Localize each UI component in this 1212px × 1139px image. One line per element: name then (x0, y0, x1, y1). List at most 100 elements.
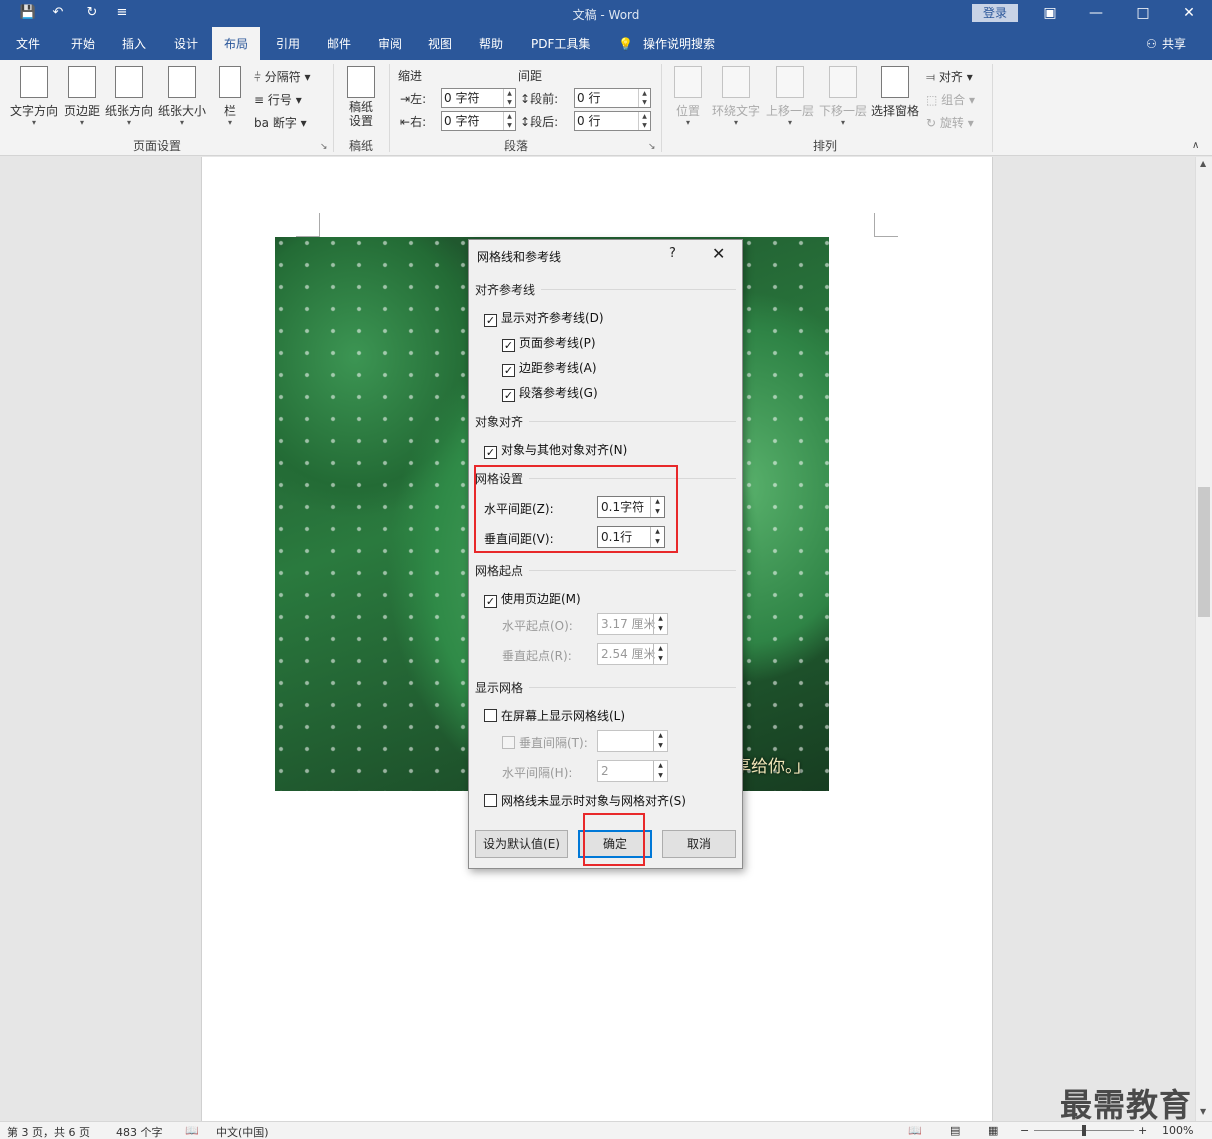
position-button[interactable]: 位置 ▾ (670, 66, 706, 127)
orientation-button[interactable]: 纸张方向 ▾ (104, 66, 154, 127)
tab-file[interactable]: 文件 (12, 27, 44, 60)
bring-forward-icon (776, 66, 804, 98)
align-with-objects-checkbox[interactable]: ✓ 对象与其他对象对齐(N) (484, 441, 627, 459)
print-layout-icon[interactable]: ▤ (950, 1124, 960, 1137)
vertical-origin-label: 垂直起点(R): (502, 649, 572, 663)
space-after-icon: ↕ (520, 115, 531, 129)
group-button[interactable]: ⬚ 组合 ▾ (926, 91, 975, 108)
wrap-text-icon (722, 66, 750, 98)
page-count[interactable]: 第 3 页，共 6 页 (7, 1124, 90, 1139)
tab-home[interactable]: 开始 (67, 27, 99, 60)
grid-settings-highlight (474, 465, 678, 553)
breaks-icon: ⫩ (254, 70, 261, 84)
spinner-arrows-icon[interactable]: ▲ ▼ (653, 731, 667, 751)
rotate-button[interactable]: ↻ 旋转 ▾ (926, 114, 974, 131)
minimize-icon[interactable]: — (1084, 3, 1108, 23)
tab-insert[interactable]: 插入 (118, 27, 150, 60)
line-numbers-button[interactable]: ≡ 行号 ▾ (254, 91, 302, 108)
manuscript-settings-button[interactable]: 稿纸 设置 (343, 66, 379, 128)
horizontal-origin-input[interactable]: 3.17 厘米 ▲ ▼ (597, 613, 668, 635)
tab-help[interactable]: 帮助 (475, 27, 507, 60)
space-after-label: ↕段后: (520, 115, 559, 129)
maximize-icon[interactable]: □ (1131, 3, 1155, 23)
gridlines-dialog: 网格线和参考线 ? ✕ 对齐参考线 ✓ 显示对齐参考线(D) ✓ 页面参考线(P) … (468, 239, 743, 869)
columns-icon (219, 66, 241, 98)
send-backward-button[interactable]: 下移一层 ▾ (817, 66, 869, 127)
set-default-button[interactable]: 设为默认值(E) (475, 830, 568, 858)
hyphenation-button[interactable]: ba 断字 ▾ (254, 114, 307, 131)
collapse-ribbon-icon[interactable]: ∧ (1192, 140, 1199, 151)
spacing-label: 间距 (518, 69, 543, 83)
bring-forward-button[interactable]: 上移一层 ▾ (764, 66, 816, 127)
page-guides-checkbox[interactable]: ✓ 页面参考线(P) (502, 334, 596, 352)
columns-button[interactable]: 栏 ▾ (216, 66, 244, 127)
align-button[interactable]: ⫤ 对齐 ▾ (926, 68, 973, 85)
vertical-every-checkbox[interactable]: 垂直间隔(T): (502, 734, 588, 751)
tab-design[interactable]: 设计 (170, 27, 202, 60)
vertical-origin-input[interactable]: 2.54 厘米 ▲ ▼ (597, 643, 668, 665)
proofing-icon[interactable]: 📖 (185, 1124, 199, 1137)
tab-layout[interactable]: 布局 (212, 27, 261, 60)
web-layout-icon[interactable]: ▦ (988, 1124, 998, 1137)
size-button[interactable]: 纸张大小 ▾ (157, 66, 207, 127)
margin-guides-checkbox[interactable]: ✓ 边距参考线(A) (502, 359, 597, 377)
language-status[interactable]: 中文(中国) (216, 1124, 269, 1139)
tab-references[interactable]: 引用 (272, 27, 304, 60)
cancel-button[interactable]: 取消 (662, 830, 736, 858)
space-before-input[interactable]: 0 行 ▲ ▼ (574, 88, 651, 108)
paper-size-icon (168, 66, 196, 98)
paragraph-guides-checkbox[interactable]: ✓ 段落参考线(G) (502, 384, 598, 402)
paragraph-launcher-icon[interactable]: ↘ (648, 142, 656, 152)
wrap-text-button[interactable]: 环绕文字 ▾ (709, 66, 763, 127)
indent-right-label: ⇤右: (400, 115, 427, 129)
spinner-arrows-icon[interactable]: ▲ ▼ (653, 761, 667, 781)
tab-review[interactable]: 审阅 (374, 27, 406, 60)
ribbon-display-icon[interactable]: ▣ (1038, 3, 1062, 23)
title-bar: 💾 ↶ ↻ ≡ 文稿 - Word 登录 ▣ — □ ✕ (0, 0, 1212, 27)
snap-when-hidden-checkbox[interactable]: 网格线未显示时对象与网格对齐(S) (484, 792, 686, 809)
text-direction-button[interactable]: 文字方向 ▾ (8, 66, 60, 127)
tab-view[interactable]: 视图 (424, 27, 456, 60)
page-setup-launcher-icon[interactable]: ↘ (320, 142, 328, 152)
share-button[interactable]: 共享 (1158, 27, 1190, 60)
spinner-arrows-icon[interactable]: ▲ ▼ (653, 644, 667, 664)
crop-mark-right (874, 213, 898, 237)
vertical-scrollbar[interactable]: ▲ ▼ (1195, 157, 1212, 1121)
breaks-button[interactable]: ⫩ 分隔符 ▾ (254, 68, 311, 85)
photo-caption: 享给你。」 (734, 757, 811, 777)
login-button[interactable]: 登录 (972, 4, 1018, 22)
close-icon[interactable]: ✕ (1177, 3, 1201, 23)
spinner-arrows-icon[interactable]: ▲ ▼ (503, 89, 515, 107)
scrollbar-thumb[interactable] (1198, 487, 1210, 617)
indent-left-input[interactable]: 0 字符 ▲ ▼ (441, 88, 516, 108)
ribbon-tabs: 文件 开始 插入 设计 布局 引用 邮件 审阅 视图 帮助 PDF工具集 💡 操… (0, 27, 1212, 60)
space-after-input[interactable]: 0 行 ▲ ▼ (574, 111, 651, 131)
spinner-arrows-icon[interactable]: ▲ ▼ (638, 112, 650, 130)
zoom-out-icon[interactable]: − (1020, 1124, 1029, 1137)
spinner-arrows-icon[interactable]: ▲ ▼ (638, 89, 650, 107)
tell-me-search[interactable]: 操作说明搜索 (639, 27, 719, 60)
tab-pdf-tools[interactable]: PDF工具集 (527, 27, 594, 60)
scroll-up-icon[interactable]: ▲ (1200, 159, 1206, 168)
indent-right-icon: ⇤ (400, 115, 411, 129)
dialog-close-icon[interactable]: ✕ (712, 244, 725, 263)
spinner-arrows-icon[interactable]: ▲ ▼ (503, 112, 515, 130)
spinner-arrows-icon[interactable]: ▲ ▼ (653, 614, 667, 634)
zoom-slider-thumb[interactable] (1082, 1125, 1086, 1136)
show-gridlines-checkbox[interactable]: 在屏幕上显示网格线(L) (484, 707, 625, 724)
indent-left-icon: ⇥ (400, 92, 411, 106)
help-button[interactable]: ? (669, 246, 676, 261)
selection-pane-button[interactable]: 选择窗格 (870, 66, 920, 119)
word-count[interactable]: 483 个字 (116, 1124, 163, 1139)
tab-mailings[interactable]: 邮件 (323, 27, 355, 60)
vertical-every-input[interactable]: ▲ ▼ (597, 730, 668, 752)
horizontal-every-input[interactable]: 2 ▲ ▼ (597, 760, 668, 782)
show-align-guides-checkbox[interactable]: ✓ 显示对齐参考线(D) (484, 309, 604, 327)
rotate-icon: ↻ (926, 116, 937, 130)
margins-button[interactable]: 页边距 ▾ (62, 66, 102, 127)
read-mode-icon[interactable]: 📖 (908, 1124, 922, 1137)
position-icon (674, 66, 702, 98)
indent-right-input[interactable]: 0 字符 ▲ ▼ (441, 111, 516, 131)
use-margins-checkbox[interactable]: ✓ 使用页边距(M) (484, 590, 581, 608)
scroll-down-icon[interactable]: ▼ (1200, 1107, 1206, 1116)
